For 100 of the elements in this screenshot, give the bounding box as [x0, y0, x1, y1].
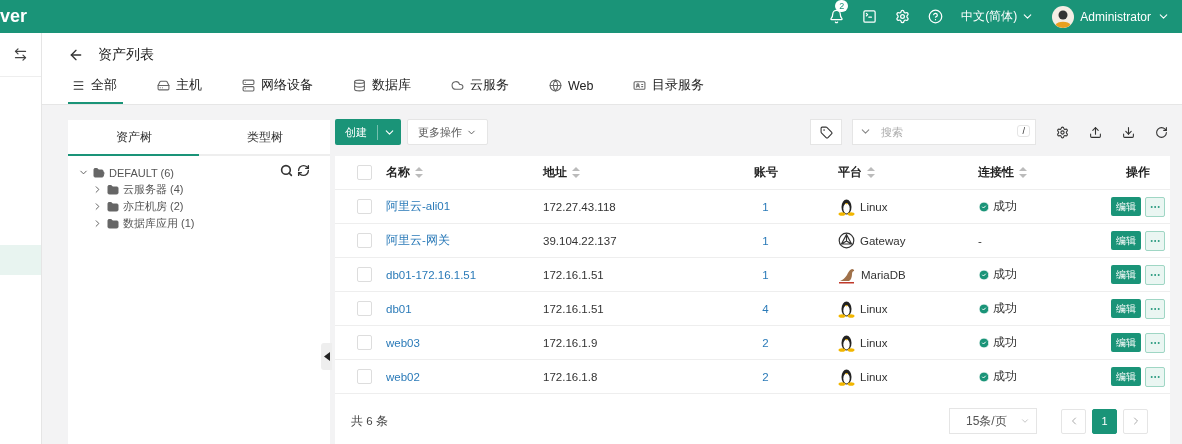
penguin-icon: [838, 299, 855, 318]
refresh-icon[interactable]: [297, 164, 310, 177]
table-cell: 172.27.43.118: [543, 200, 616, 213]
account-count-link[interactable]: 1: [762, 200, 769, 213]
category-tab[interactable]: 主机: [153, 77, 208, 104]
column-header[interactable]: 平台: [838, 165, 862, 180]
settings-icon[interactable]: [1056, 125, 1069, 139]
sort-icon[interactable]: [415, 167, 423, 178]
column-header[interactable]: 连接性: [978, 165, 1014, 180]
category-tab[interactable]: 数据库: [349, 77, 417, 104]
back-icon[interactable]: [68, 47, 84, 63]
account-count-link[interactable]: 2: [762, 370, 769, 383]
total-count: 共 6 条: [351, 413, 388, 429]
asset-name-link[interactable]: db01: [386, 302, 412, 315]
column-header[interactable]: 地址: [543, 165, 567, 180]
more-button[interactable]: [1145, 196, 1165, 217]
folder-icon: [107, 217, 119, 230]
table-cell: Gateway: [860, 234, 906, 247]
edit-button[interactable]: 编辑: [1111, 231, 1141, 250]
asset-name-link[interactable]: 阿里云-网关: [386, 233, 450, 248]
category-tab[interactable]: 目录服务: [629, 77, 711, 104]
previous-page-button[interactable]: [1061, 408, 1086, 434]
table-cell: 成功: [993, 199, 1017, 214]
language-dropdown[interactable]: 中文(简体): [961, 8, 1035, 25]
collapse-handle[interactable]: [321, 343, 332, 370]
folder-icon: [107, 183, 119, 196]
sort-icon[interactable]: [867, 167, 875, 178]
asset-name-link[interactable]: web02: [386, 370, 420, 383]
refresh-icon[interactable]: [1155, 125, 1168, 139]
column-header: 操作: [1126, 165, 1150, 180]
penguin-icon: [838, 367, 855, 386]
penguin-icon: [838, 333, 855, 352]
page-button[interactable]: 1: [1092, 408, 1117, 434]
edit-button[interactable]: 编辑: [1111, 197, 1141, 216]
checkbox[interactable]: [357, 165, 372, 180]
category-tab[interactable]: 网络设备: [238, 77, 319, 104]
tree-node-label[interactable]: DEFAULT (6): [109, 166, 174, 179]
table-cell: 成功: [993, 267, 1017, 282]
terminal-icon[interactable]: [862, 9, 878, 24]
account-count-link[interactable]: 1: [762, 234, 769, 247]
sort-icon[interactable]: [1019, 167, 1027, 178]
checkbox[interactable]: [357, 199, 372, 214]
list-icon: [72, 79, 85, 92]
swap-icon[interactable]: [13, 47, 28, 62]
sidebar-item[interactable]: [0, 245, 41, 275]
asset-name-link[interactable]: web03: [386, 336, 420, 349]
globe-icon: [549, 79, 562, 92]
bell-icon[interactable]: [829, 9, 845, 24]
table-cell: 成功: [993, 335, 1017, 350]
tag-icon: [819, 125, 833, 139]
user-menu[interactable]: Administrator: [1052, 5, 1170, 28]
edit-button[interactable]: 编辑: [1111, 333, 1141, 352]
table-cell: 39.104.22.137: [543, 234, 617, 247]
account-count-link[interactable]: 4: [762, 302, 769, 315]
help-icon[interactable]: [928, 9, 944, 24]
table-cell: Linux: [860, 302, 888, 315]
hard-drive-icon: [157, 79, 170, 92]
brand-logo-text: ver: [0, 6, 28, 27]
more-button[interactable]: [1145, 298, 1165, 319]
tree-node-label[interactable]: 云服务器 (4): [123, 182, 184, 197]
search-icon[interactable]: [280, 164, 293, 177]
penguin-icon: [838, 197, 855, 216]
more-button[interactable]: [1145, 366, 1165, 387]
tree-tab[interactable]: 资产树: [68, 120, 199, 156]
edit-button[interactable]: 编辑: [1111, 299, 1141, 318]
triangle-network-icon: [838, 232, 855, 249]
column-header[interactable]: 名称: [386, 165, 410, 180]
more-button[interactable]: [1145, 230, 1165, 251]
next-page-button[interactable]: [1123, 408, 1148, 434]
edit-button[interactable]: 编辑: [1111, 367, 1141, 386]
download-icon[interactable]: [1122, 125, 1135, 139]
checkbox[interactable]: [357, 369, 372, 384]
table-cell: Linux: [860, 200, 888, 213]
more-actions-button[interactable]: 更多操作: [407, 119, 488, 145]
tree-node-label[interactable]: 亦庄机房 (2): [123, 199, 184, 214]
category-tab[interactable]: 云服务: [447, 77, 515, 104]
checkbox[interactable]: [357, 233, 372, 248]
account-count-link[interactable]: 2: [762, 336, 769, 349]
page-size-select[interactable]: 15条/页: [949, 408, 1037, 434]
table-cell: Linux: [860, 336, 888, 349]
checkbox[interactable]: [357, 335, 372, 350]
tree-node-label[interactable]: 数据库应用 (1): [123, 216, 195, 231]
category-tab[interactable]: Web: [545, 77, 600, 104]
more-button[interactable]: [1145, 332, 1165, 353]
sort-icon[interactable]: [572, 167, 580, 178]
more-button[interactable]: [1145, 264, 1165, 285]
account-count-link[interactable]: 1: [762, 268, 769, 281]
edit-button[interactable]: 编辑: [1111, 265, 1141, 284]
upload-icon[interactable]: [1089, 125, 1102, 139]
asset-name-link[interactable]: 阿里云-ali01: [386, 199, 451, 214]
tag-button[interactable]: [810, 119, 842, 145]
caret-left-icon: [323, 352, 330, 361]
checkbox[interactable]: [357, 267, 372, 282]
table-cell: 172.16.1.51: [543, 268, 604, 281]
asset-name-link[interactable]: db01-172.16.1.51: [386, 268, 477, 281]
create-button[interactable]: 创建: [335, 119, 401, 145]
category-tab[interactable]: 全部: [68, 77, 123, 104]
checkbox[interactable]: [357, 301, 372, 316]
tree-tab[interactable]: 类型树: [199, 120, 330, 156]
caret-icon: [1020, 416, 1030, 426]
